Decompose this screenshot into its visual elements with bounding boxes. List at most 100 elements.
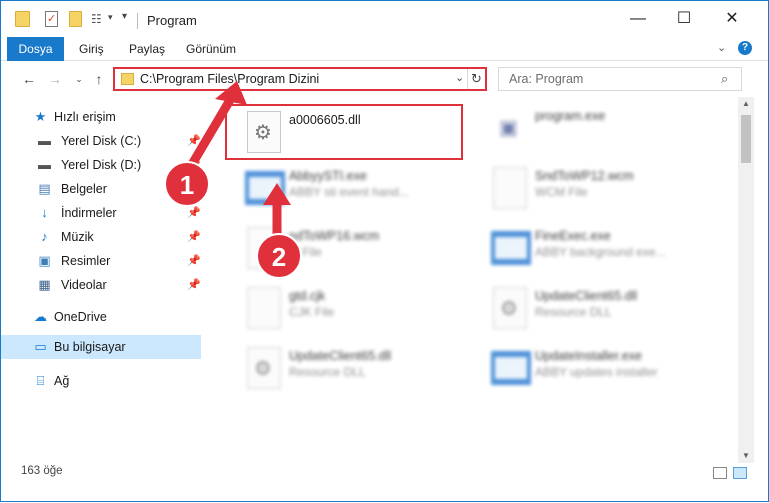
details-view-icon[interactable] [713, 467, 727, 479]
file-name: UpdateInstaller.exe [535, 349, 643, 363]
scroll-down-icon[interactable]: ▼ [738, 449, 754, 463]
star-icon: ★ [34, 109, 47, 124]
file-type: ABBY sti event hand... [289, 185, 409, 199]
expand-ribbon-icon[interactable]: ⌄ [717, 41, 726, 54]
file-type: WCM File [535, 185, 588, 199]
file-type: M File [289, 245, 322, 259]
sidebar-item-network[interactable]: ⌸ Ağ [1, 369, 201, 393]
back-button[interactable]: ← [19, 69, 39, 89]
tab-dosya[interactable]: Dosya [7, 37, 64, 61]
folder-icon [15, 11, 30, 27]
network-icon: ⌸ [36, 373, 45, 388]
file-item[interactable]: AbbyySTI.exe ABBY sti event hand... [227, 161, 467, 217]
tab-gorunum[interactable]: Görünüm [186, 37, 236, 61]
computer-icon: ▭ [34, 339, 47, 354]
search-icon[interactable]: ⌕ [721, 71, 728, 87]
downloads-icon: ↓ [41, 205, 48, 220]
quick-access-toolbar-dropdown-icon[interactable]: ▾ [122, 11, 136, 25]
pin-icon[interactable]: 📌 [187, 254, 201, 267]
file-name: ndToWP16.wcm [289, 229, 380, 243]
pin-icon[interactable]: 📌 [187, 182, 201, 195]
sidebar-item-local-disk-c[interactable]: ▬ Yerel Disk (C:) 📌 [1, 129, 201, 153]
tab-paylas[interactable]: Paylaş [129, 37, 165, 61]
search-placeholder: Ara: Program [509, 72, 584, 86]
file-item[interactable]: ⚙ UpdateClient65.dll Resource DLL [473, 281, 713, 337]
file-name: UpdateClient65.dll [535, 289, 638, 303]
chevron-down-icon[interactable]: ⌄ [455, 71, 464, 84]
sidebar-item-videos[interactable]: ▦ Videolar 📌 [1, 273, 201, 297]
exe-file-icon: ▣ [499, 117, 518, 139]
scroll-up-icon[interactable]: ▲ [738, 97, 754, 111]
refresh-button[interactable]: ↻ [467, 69, 485, 89]
sidebar-item-label: Bu bilgisayar [54, 340, 126, 354]
file-name: program.exe [535, 109, 606, 123]
ribbon-tabs: Dosya Giriş Paylaş Görünüm ⌄ ? [1, 37, 768, 61]
dll-file-icon: ⚙ [247, 347, 281, 389]
search-input[interactable]: Ara: Program ⌕ [498, 67, 742, 91]
pin-icon[interactable]: 📌 [187, 134, 201, 147]
forward-button[interactable]: → [45, 69, 65, 89]
title-bar: ✓ ☷ ▾ ▾ Program — ☐ ✕ [1, 1, 768, 37]
sidebar-item-quick-access[interactable]: ★ Hızlı erişim [1, 105, 201, 129]
recent-locations-button[interactable]: ⌄ [69, 69, 89, 89]
sidebar-item-label: Resimler [61, 254, 111, 268]
pin-icon[interactable]: 📌 [187, 158, 201, 171]
file-type: CJK File [289, 305, 335, 319]
address-path[interactable]: C:\Program Files\Program Dizini [140, 72, 319, 86]
sidebar-item-music[interactable]: ♪ Müzik 📌 [1, 225, 201, 249]
file-name: AbbyySTI.exe [289, 169, 367, 183]
close-button[interactable]: ✕ [709, 1, 755, 37]
chevron-down-icon[interactable]: ▾ [108, 12, 122, 26]
file-type: ABBY updates installer [535, 365, 658, 379]
sidebar-item-local-disk-d[interactable]: ▬ Yerel Disk (D:) 📌 [1, 153, 201, 177]
new-folder-icon[interactable] [69, 11, 82, 27]
up-button[interactable]: ↑ [89, 69, 109, 89]
sidebar-item-documents[interactable]: ▤ Belgeler 📌 [1, 177, 201, 201]
tab-giris[interactable]: Giriş [79, 37, 104, 61]
sidebar-item-label: İndirmeler [61, 206, 117, 220]
app-icon [491, 351, 531, 385]
drive-icon: ▬ [38, 157, 51, 172]
file-name: SndToWP12.wcm [535, 169, 634, 183]
videos-icon: ▦ [38, 277, 51, 292]
maximize-button[interactable]: ☐ [661, 1, 707, 37]
scroll-thumb[interactable] [741, 115, 751, 163]
minimize-button[interactable]: — [615, 1, 661, 37]
pin-icon[interactable]: 📌 [187, 278, 201, 291]
explorer-window: ✓ ☷ ▾ ▾ Program — ☐ ✕ Dosya Giriş Paylaş… [0, 0, 769, 502]
generic-file-icon [493, 167, 527, 209]
status-bar: 163 öğe [1, 463, 768, 501]
navigation-pane: ★ Hızlı erişim ▬ Yerel Disk (C:) 📌 ▬ Yer… [1, 97, 207, 463]
file-item[interactable]: ⚙ UpdateClient65.dll Resource DLL [227, 341, 467, 397]
sidebar-item-onedrive[interactable]: ☁ OneDrive [1, 305, 201, 329]
file-item[interactable]: FineExec.exe ABBY background exe... [473, 221, 713, 277]
file-name: UpdateClient65.dll [289, 349, 392, 363]
file-item[interactable]: UpdateInstaller.exe ABBY updates install… [473, 341, 713, 397]
sidebar-item-label: Belgeler [61, 182, 107, 196]
sidebar-item-this-pc[interactable]: ▭ Bu bilgisayar [1, 335, 201, 359]
window-title: Program [147, 13, 197, 28]
sidebar-item-label: Yerel Disk (D:) [61, 158, 142, 172]
properties-icon[interactable]: ✓ [45, 11, 58, 27]
pin-icon[interactable]: 📌 [187, 206, 201, 219]
file-item[interactable]: ▣ program.exe [473, 101, 713, 157]
sidebar-item-label: Yerel Disk (C:) [61, 134, 142, 148]
sidebar-item-downloads[interactable]: ↓ İndirmeler 📌 [1, 201, 201, 225]
highlighted-file-box [225, 104, 463, 160]
address-bar[interactable]: C:\Program Files\Program Dizini ⌄ ↻ [113, 67, 487, 91]
file-item[interactable]: SndToWP12.wcm WCM File [473, 161, 713, 217]
large-icons-view-icon[interactable] [733, 467, 747, 479]
navigation-bar: ← → ⌄ ↑ C:\Program Files\Program Dizini … [1, 61, 768, 97]
sidebar-item-label: Müzik [61, 230, 94, 244]
drive-icon: ▬ [38, 133, 51, 148]
sidebar-item-label: Ağ [54, 374, 70, 388]
file-item[interactable]: ndToWP16.wcm M File [227, 221, 467, 277]
sidebar-item-pictures[interactable]: ▣ Resimler 📌 [1, 249, 201, 273]
help-icon[interactable]: ? [738, 41, 752, 55]
file-type: Resource DLL [535, 305, 612, 319]
vertical-scrollbar[interactable]: ▲ ▼ [738, 97, 754, 463]
file-item[interactable]: gtd.cjk CJK File [227, 281, 467, 337]
customize-icon[interactable]: ☷ [91, 13, 105, 27]
pin-icon[interactable]: 📌 [187, 230, 201, 243]
onedrive-icon: ☁ [34, 309, 47, 324]
